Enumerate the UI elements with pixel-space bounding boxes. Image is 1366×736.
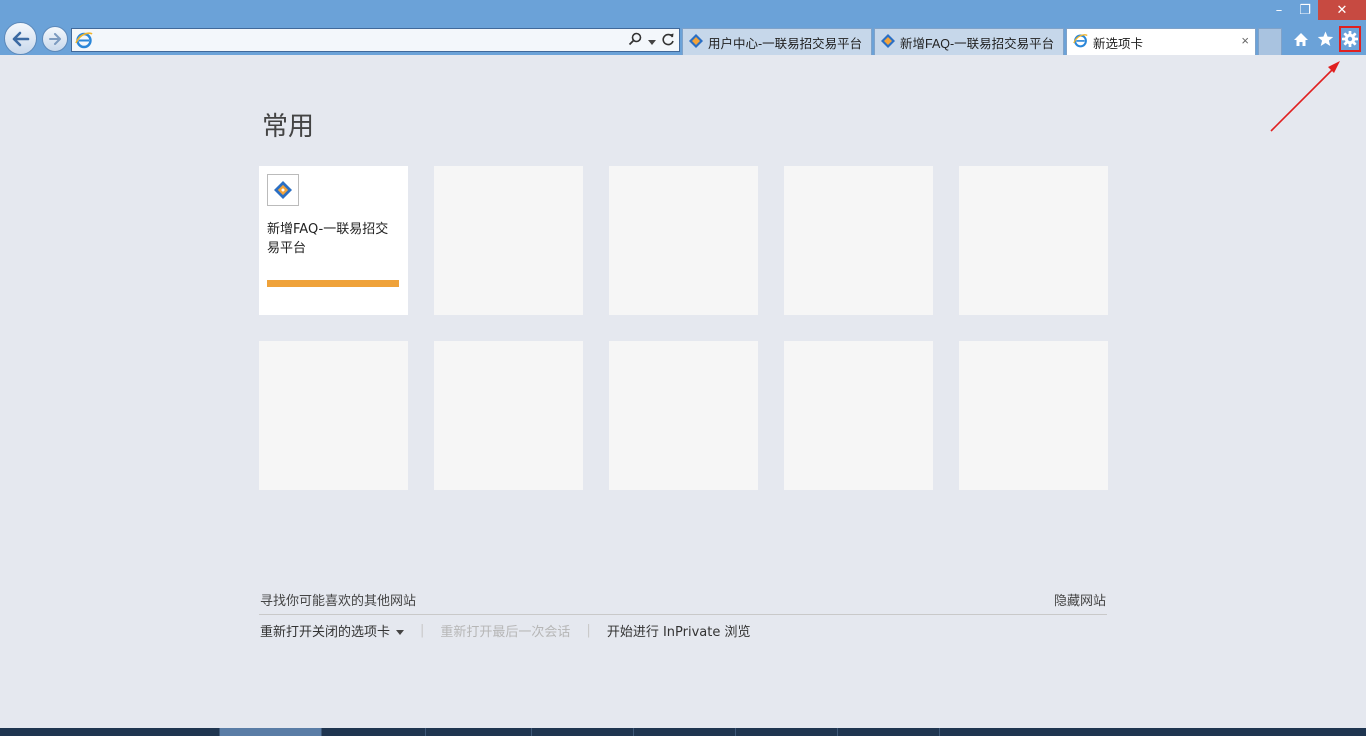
taskbar-item[interactable] [838,728,940,736]
taskbar-item[interactable] [322,728,426,736]
bottom-links: 重新打开关闭的选项卡 | 重新打开最后一次会话 | 开始进行 InPrivate… [260,621,750,640]
address-input[interactable] [96,31,616,49]
annotation-arrow [1270,61,1340,132]
taskbar-item[interactable] [634,728,736,736]
restore-button[interactable]: ❐ [1292,0,1318,20]
site-logo-icon [267,174,299,206]
minimize-button[interactable]: – [1266,0,1292,20]
dropdown-arrow-icon[interactable] [648,31,656,50]
favorites-star-icon[interactable] [1314,28,1336,50]
tab-label: 用户中心-一联易招交易平台 [708,36,863,51]
back-arrow-icon [12,31,29,46]
address-tools [628,31,675,49]
ie-logo-icon [75,31,93,53]
taskbar [0,728,1366,736]
taskbar-item[interactable] [220,728,322,736]
reopen-closed-tabs-link[interactable]: 重新打开关闭的选项卡 [260,621,405,640]
back-button[interactable] [4,22,37,55]
page-title: 常用 [262,112,315,142]
gear-icon[interactable] [1339,26,1361,52]
refresh-icon[interactable] [662,31,675,50]
tab-user-center[interactable]: 用户中心-一联易招交易平台 [682,28,872,55]
close-tab-icon[interactable]: × [1241,33,1249,48]
tab-new-faq[interactable]: 新增FAQ-一联易招交易平台 [874,28,1064,55]
empty-tile [784,166,933,315]
empty-tile [959,166,1108,315]
taskbar-item[interactable] [426,728,532,736]
chevron-down-icon [396,630,405,635]
site-logo-icon [689,33,703,51]
tab-new-tab[interactable]: 新选项卡 × [1066,28,1256,55]
search-icon[interactable] [628,31,642,50]
taskbar-item[interactable] [532,728,634,736]
reopen-last-session-link: 重新打开最后一次会话 [440,625,571,640]
empty-tile [784,341,933,490]
close-window-button[interactable]: ✕ [1318,0,1366,20]
taskbar-item[interactable] [736,728,838,736]
tab-label: 新增FAQ-一联易招交易平台 [900,36,1055,51]
forward-arrow-icon [49,33,61,45]
address-bar[interactable] [71,28,680,52]
forward-button[interactable] [42,26,68,52]
separator: | [420,623,425,638]
empty-tile [434,341,583,490]
taskbar-start-area[interactable] [0,728,220,736]
inprivate-link[interactable]: 开始进行 InPrivate 浏览 [607,621,751,640]
frequent-site-tile[interactable]: 新增FAQ-一联易招交易平台 [259,166,408,315]
reopen-closed-tabs-label: 重新打开关闭的选项卡 [260,625,391,640]
ie-logo-icon [1073,33,1088,51]
tab-label: 新选项卡 [1093,36,1144,51]
new-tab-button[interactable] [1258,28,1282,55]
suggest-sites-link[interactable]: 寻找你可能喜欢的其他网站 [260,590,416,609]
tile-title: 新增FAQ-一联易招交易平台 [267,222,389,256]
separator: | [586,623,591,638]
empty-tile [959,341,1108,490]
home-icon[interactable] [1290,28,1312,50]
divider [259,614,1107,615]
hide-sites-link[interactable]: 隐藏网站 [1054,590,1106,609]
site-logo-icon [881,33,895,51]
empty-tile [609,341,758,490]
window-controls: – ❐ ✕ [1266,0,1366,20]
browser-toolbar: – ❐ ✕ 用户中心-一联易招交易平台 新增FAQ-一联易招交易平台 新选项卡 … [0,0,1366,55]
empty-tile [259,341,408,490]
empty-tile [434,166,583,315]
tile-accent-bar [267,280,399,287]
empty-tile [609,166,758,315]
